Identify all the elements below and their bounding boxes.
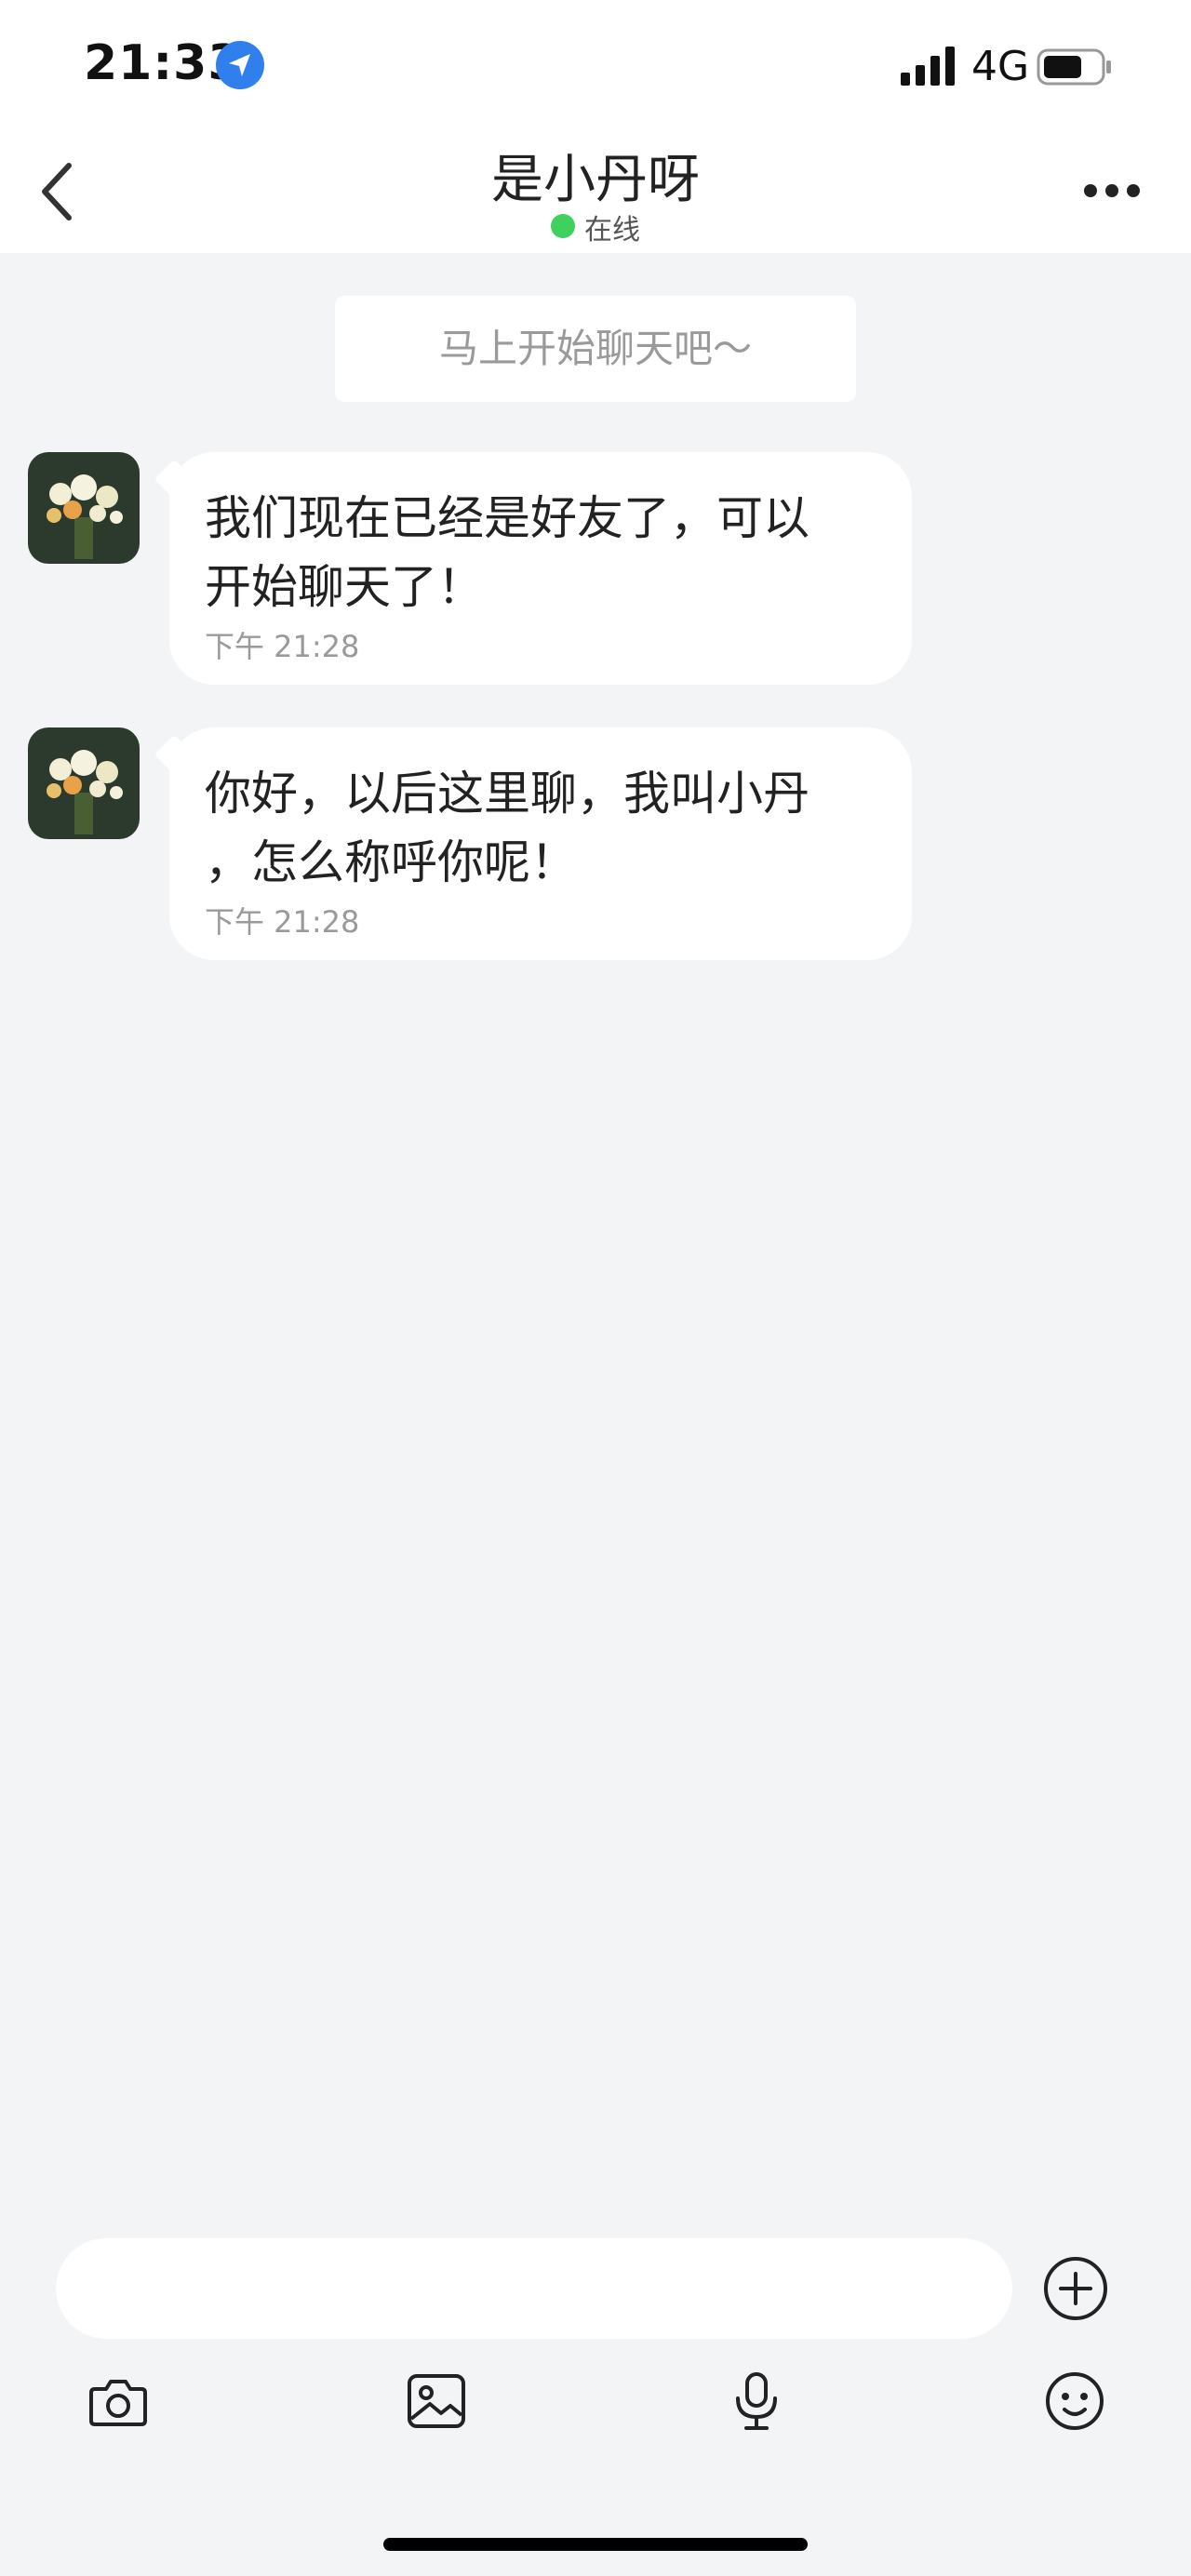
back-button[interactable] (28, 156, 87, 227)
location-icon (216, 41, 264, 89)
system-tip: 马上开始聊天吧～ (335, 296, 856, 402)
message-text: 你好，以后这里聊，我叫小丹 ，怎么称呼你呢！ (205, 767, 810, 889)
add-button[interactable] (1042, 2255, 1109, 2322)
cellular-signal-icon (901, 47, 960, 86)
message-bubble[interactable]: 你好，以后这里聊，我叫小丹 ，怎么称呼你呢！ 下午 21:28 (169, 727, 912, 960)
message-time: 下午 21:28 (205, 629, 360, 664)
home-indicator (383, 2538, 808, 2551)
avatar[interactable] (28, 727, 140, 839)
microphone-icon[interactable] (724, 2369, 789, 2434)
chat-title: 是小丹呀 (491, 150, 700, 210)
emoji-icon[interactable] (1042, 2369, 1107, 2434)
image-icon[interactable] (404, 2369, 469, 2434)
online-dot (551, 214, 575, 238)
message-text: 我们现在已经是好友了，可以 开始聊天了！ (205, 491, 810, 614)
more-button[interactable] (1079, 167, 1144, 214)
online-status-label: 在线 (584, 214, 640, 247)
network-type: 4G (971, 43, 1030, 90)
online-status: 在线 (502, 207, 689, 247)
message-input[interactable] (56, 2238, 1012, 2339)
battery-icon (1037, 47, 1115, 87)
camera-icon[interactable] (86, 2369, 151, 2434)
avatar[interactable] (28, 452, 140, 564)
message-time: 下午 21:28 (205, 904, 360, 940)
message-bubble[interactable]: 我们现在已经是好友了，可以 开始聊天了！ 下午 21:28 (169, 452, 912, 685)
